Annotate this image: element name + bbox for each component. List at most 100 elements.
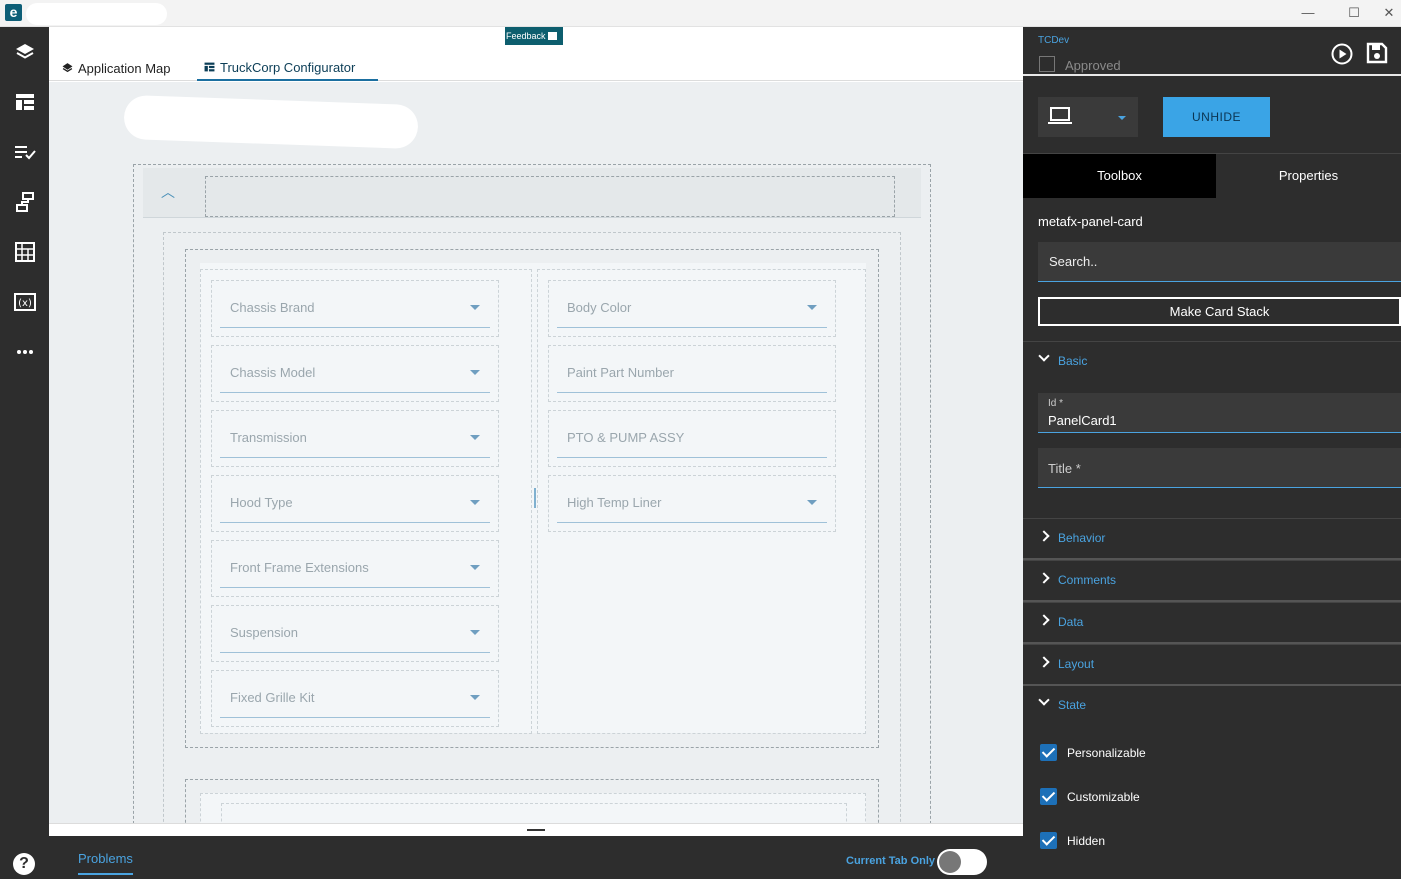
section-behavior[interactable]: Behavior: [1023, 518, 1401, 560]
form-field[interactable]: Body Color: [548, 280, 836, 337]
panel-card-frame[interactable]: ︿ Chassis Brand Chassis Model Transmission…: [133, 164, 931, 823]
column-resize-handle[interactable]: [534, 488, 536, 508]
panel-card-title-slot[interactable]: [205, 176, 895, 217]
dropdown-select[interactable]: Fixed Grille Kit: [220, 679, 490, 718]
form-field[interactable]: High Temp Liner: [548, 475, 836, 532]
title-field[interactable]: Title *: [1038, 448, 1401, 488]
dropdown-select[interactable]: Transmission: [220, 419, 490, 458]
second-panel-slot: [221, 803, 847, 823]
text-input[interactable]: Paint Part Number: [557, 354, 827, 393]
dropdown-select[interactable]: High Temp Liner: [557, 484, 827, 523]
make-card-stack-button[interactable]: Make Card Stack: [1038, 297, 1401, 326]
field-label: Chassis Model: [230, 365, 316, 380]
current-tab-only-label: Current Tab Only: [846, 855, 936, 867]
more-icon[interactable]: [0, 332, 49, 372]
drag-handle-icon[interactable]: [527, 829, 545, 831]
chevron-right-icon: [1038, 572, 1050, 584]
close-button[interactable]: ✕: [1377, 0, 1401, 27]
problems-panel: Problems Current Tab Only: [49, 823, 1023, 879]
form-field[interactable]: Front Frame Extensions: [211, 540, 499, 597]
panel-resize-bar[interactable]: [49, 823, 1023, 836]
design-canvas: ︿ Chassis Brand Chassis Model Transmission…: [49, 82, 1023, 823]
second-panel-frame[interactable]: [185, 779, 879, 823]
section-basic[interactable]: Basic: [1023, 341, 1401, 383]
redacted-page-title: [123, 94, 419, 150]
form-field[interactable]: Suspension: [211, 605, 499, 662]
dropdown-select[interactable]: Suspension: [220, 614, 490, 653]
tab-problems[interactable]: Problems: [78, 851, 133, 875]
feedback-button[interactable]: Feedback: [505, 27, 563, 45]
tab-properties[interactable]: Properties: [1216, 154, 1401, 198]
section-state[interactable]: State: [1023, 686, 1401, 728]
layers-icon[interactable]: [0, 32, 49, 72]
flow-icon[interactable]: [0, 182, 49, 222]
section-label: State: [1058, 698, 1087, 712]
environment-label: TCDev: [1038, 35, 1070, 46]
play-icon[interactable]: [1331, 43, 1353, 70]
form-field[interactable]: Fixed Grille Kit: [211, 670, 499, 727]
dropdown-select[interactable]: Front Frame Extensions: [220, 549, 490, 588]
table-icon[interactable]: [0, 232, 49, 272]
tab-truckcorp-configurator[interactable]: TruckCorp Configurator: [197, 55, 378, 81]
checklist-icon[interactable]: [0, 132, 49, 172]
feedback-label: Feedback: [506, 31, 546, 41]
chevron-down-icon: [1038, 694, 1050, 706]
section-label: Data: [1058, 615, 1084, 629]
help-icon[interactable]: ?: [13, 853, 35, 875]
chevron-down-icon: [1118, 116, 1126, 120]
chevron-up-icon[interactable]: ︿: [161, 182, 175, 202]
text-input[interactable]: PTO & PUMP ASSY: [557, 419, 827, 458]
sidebar-header: TCDev Approved: [1023, 27, 1401, 76]
chevron-down-icon: [470, 695, 480, 700]
chevron-down-icon: [1038, 350, 1050, 362]
hidden-checkbox[interactable]: [1040, 832, 1057, 849]
maximize-button[interactable]: ☐: [1331, 0, 1377, 27]
dropdown-select[interactable]: Body Color: [557, 289, 827, 328]
tab-application-map[interactable]: Application Map: [55, 55, 178, 81]
properties-sidebar: TCDev Approved UNHIDE Toolbox Properties…: [1023, 27, 1401, 879]
chevron-down-icon: [807, 305, 817, 310]
left-nav-rail: (x): [0, 27, 49, 879]
form-container[interactable]: Chassis Brand Chassis Model Transmission Ho…: [185, 249, 879, 748]
id-field[interactable]: Id * PanelCard1: [1038, 393, 1401, 433]
variable-icon[interactable]: (x): [0, 282, 49, 322]
chevron-down-icon: [470, 565, 480, 570]
save-icon[interactable]: [1366, 42, 1388, 69]
section-data[interactable]: Data: [1023, 602, 1401, 644]
field-label: Paint Part Number: [567, 365, 674, 380]
tab-toolbox[interactable]: Toolbox: [1023, 154, 1216, 198]
customizable-label: Customizable: [1067, 790, 1140, 804]
form-field[interactable]: PTO & PUMP ASSY: [548, 410, 836, 467]
field-label: Body Color: [567, 300, 632, 315]
form-field[interactable]: Hood Type: [211, 475, 499, 532]
current-tab-only-toggle[interactable]: [937, 849, 987, 875]
form-field[interactable]: Transmission: [211, 410, 499, 467]
section-layout[interactable]: Layout: [1023, 644, 1401, 686]
tab-label: TruckCorp Configurator: [220, 59, 356, 75]
personalizable-checkbox[interactable]: [1040, 744, 1057, 761]
panel-card-header: ︿: [143, 168, 921, 218]
layout-icon[interactable]: [0, 82, 49, 122]
approved-checkbox[interactable]: [1039, 56, 1055, 72]
chevron-down-icon: [470, 500, 480, 505]
field-label: Front Frame Extensions: [230, 560, 369, 575]
form-field[interactable]: Chassis Brand: [211, 280, 499, 337]
section-comments[interactable]: Comments: [1023, 560, 1401, 602]
field-label: Transmission: [230, 430, 307, 445]
customizable-checkbox[interactable]: [1040, 788, 1057, 805]
minimize-button[interactable]: —: [1285, 0, 1331, 27]
field-label: High Temp Liner: [567, 495, 662, 510]
dropdown-select[interactable]: Chassis Model: [220, 354, 490, 393]
search-input[interactable]: Search..: [1038, 242, 1401, 282]
sidebar-tabs: Toolbox Properties: [1023, 153, 1401, 198]
unhide-button[interactable]: UNHIDE: [1163, 97, 1270, 137]
laptop-icon: [1048, 107, 1072, 130]
dropdown-select[interactable]: Chassis Brand: [220, 289, 490, 328]
form-grid: Chassis Brand Chassis Model Transmission Ho…: [200, 263, 866, 734]
form-field[interactable]: Chassis Model: [211, 345, 499, 402]
field-label: Chassis Brand: [230, 300, 315, 315]
form-field[interactable]: Paint Part Number: [548, 345, 836, 402]
device-preview-select[interactable]: [1038, 97, 1138, 137]
dropdown-select[interactable]: Hood Type: [220, 484, 490, 523]
redacted-title: [26, 3, 167, 25]
